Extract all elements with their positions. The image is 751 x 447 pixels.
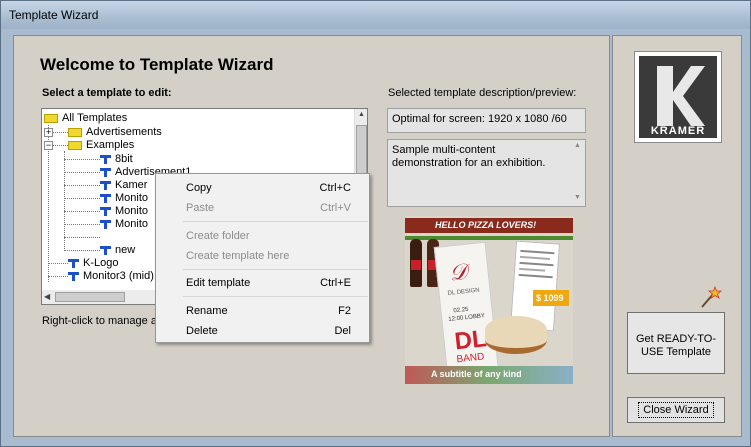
template-icon [68,258,79,268]
tree-item-8bit[interactable]: 8bit [100,153,133,166]
event-card: 𝒟 DL DESIGN 02.25 12:00 LOBBY DL BAND [433,241,501,384]
menu-separator [183,296,368,297]
tree-item-all-templates[interactable]: All Templates [44,112,128,125]
tree-item-k-logo[interactable]: K-Logo [68,257,118,270]
tree-item-monitor-a[interactable]: Monito [100,192,148,205]
tree-item-monitor3-mid[interactable]: Monitor3 (mid) [68,270,154,283]
template-icon [68,271,79,281]
page-title: Welcome to Template Wizard [40,55,274,74]
scroll-left-icon[interactable]: ◀ [44,292,50,301]
scroll-thumb[interactable] [55,292,125,302]
menu-item-paste[interactable]: Paste Ctrl+V [156,198,369,218]
template-icon [100,193,111,203]
expand-advertisements-toggle[interactable]: + [44,128,53,137]
tree-item-examples[interactable]: Examples [68,139,134,152]
tree-item-new[interactable]: new [100,244,135,257]
description-label: Selected template description/preview: [388,87,577,99]
template-icon [100,167,111,177]
scroll-up-icon[interactable]: ▲ [574,142,581,149]
folder-icon [68,127,82,137]
close-wizard-label: Close Wizard [638,402,714,418]
price-tag: $ 1099 [533,290,569,306]
template-icon [100,245,111,255]
description-field[interactable]: Sample multi-content demonstration for a… [387,139,586,207]
menu-item-copy[interactable]: Copy Ctrl+C [156,178,369,198]
template-icon [100,180,111,190]
template-icon [100,219,111,229]
collapse-examples-toggle[interactable]: − [44,141,53,150]
menu-item-delete[interactable]: Delete Del [156,321,369,341]
template-icon [100,206,111,216]
select-template-label: Select a template to edit: [42,87,172,99]
menu-separator [183,221,368,222]
preview-banner: HELLO PIZZA LOVERS! [405,218,573,233]
folder-icon [44,113,58,123]
description-text: Sample multi-content demonstration for a… [392,144,546,169]
template-icon [100,154,111,164]
menu-item-edit-template[interactable]: Edit template Ctrl+E [156,273,369,293]
context-menu: Copy Ctrl+C Paste Ctrl+V Create folder C… [155,173,370,343]
menu-separator [183,269,368,270]
menu-item-create-template[interactable]: Create template here [156,246,369,266]
logo-text: KRAMER [650,125,706,137]
cake-image [485,316,547,354]
description-scrollbar[interactable]: ▲ ▼ [572,140,585,206]
scroll-up-icon[interactable]: ▲ [356,111,367,121]
subtitle-strip: A subtitle of any kind [405,366,573,384]
optimal-screen-field: Optimal for screen: 1920 x 1080 /60 [387,108,586,133]
window-title: Template Wizard [9,8,99,22]
scroll-down-icon[interactable]: ▼ [574,194,581,201]
get-ready-to-use-button[interactable]: Get READY-TO-USE Template [627,312,725,374]
tree-item-kamer[interactable]: Kamer [100,179,147,192]
tree-item-advertisements[interactable]: Advertisements [68,126,162,139]
menu-item-rename[interactable]: Rename F2 [156,301,369,321]
menu-item-create-folder[interactable]: Create folder [156,226,369,246]
tree-item-monitor-b[interactable]: Monito [100,205,148,218]
close-wizard-button[interactable]: Close Wizard [627,397,725,423]
magic-wand-icon [698,285,723,309]
folder-icon [68,140,82,150]
right-click-hint: Right-click to manage a fo [42,315,170,327]
tree-item-monitor-c[interactable]: Monito [100,218,148,231]
title-bar[interactable]: Template Wizard [1,1,750,29]
template-preview: HELLO PIZZA LOVERS! 𝒟 DL DESIGN 02.25 12… [405,216,573,384]
